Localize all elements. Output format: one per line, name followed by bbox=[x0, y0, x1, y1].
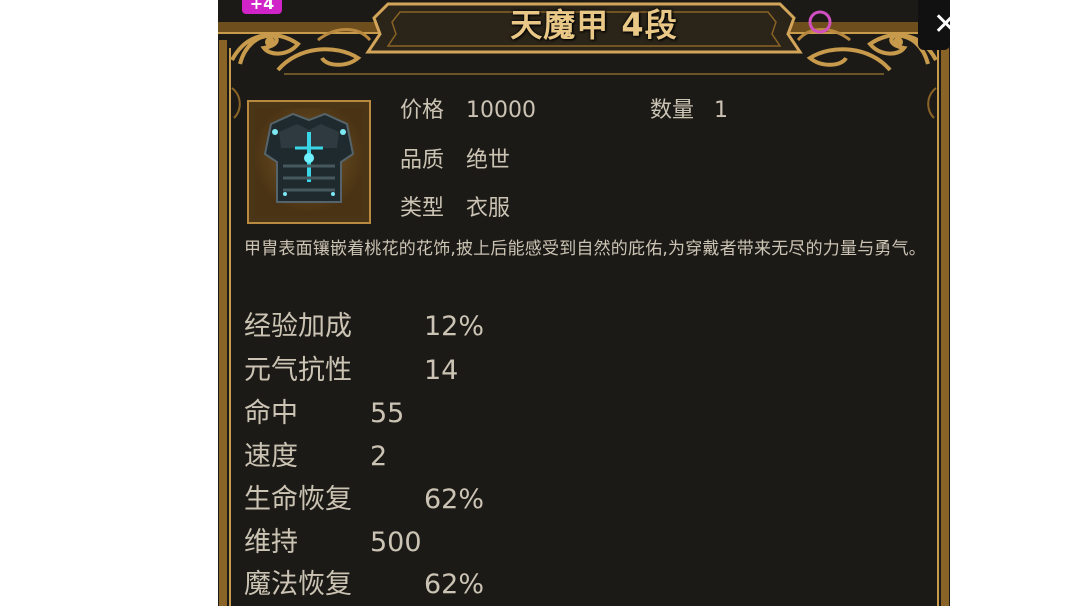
stat-name: 生命恢复 bbox=[244, 484, 352, 515]
quantity-value: 1 bbox=[714, 98, 728, 123]
stat-value: 62% bbox=[424, 569, 485, 600]
quality-value: 绝世 bbox=[466, 148, 511, 173]
item-title: 天魔甲 4段 bbox=[510, 6, 678, 44]
armor-chestplate-icon bbox=[263, 112, 355, 203]
stat-name: 维持 bbox=[244, 527, 298, 558]
price-label: 价格 bbox=[400, 98, 445, 123]
stat-value: 55 bbox=[370, 398, 405, 429]
quantity-label: 数量 bbox=[650, 98, 695, 123]
frame-right-border bbox=[941, 40, 949, 606]
price-value: 10000 bbox=[466, 98, 536, 123]
stat-value: 14 bbox=[424, 355, 459, 386]
stat-name: 速度 bbox=[244, 441, 298, 472]
level-badge: +4 bbox=[242, 0, 282, 14]
stat-value: 12% bbox=[424, 311, 485, 342]
close-icon: ✕ bbox=[933, 7, 950, 42]
type-label: 类型 bbox=[400, 196, 445, 221]
scroll-right-knot bbox=[893, 37, 903, 47]
right-side-flourish bbox=[927, 87, 937, 119]
stat-name: 魔法恢复 bbox=[244, 569, 352, 600]
frame-left-border bbox=[219, 40, 227, 606]
stat-value: 500 bbox=[370, 527, 422, 558]
type-value: 衣服 bbox=[466, 196, 511, 221]
item-icon-frame bbox=[247, 100, 371, 224]
stat-name: 元气抗性 bbox=[244, 355, 352, 386]
scroll-left-knot bbox=[265, 37, 275, 47]
stat-value: 2 bbox=[370, 441, 388, 472]
quality-label: 品质 bbox=[400, 148, 445, 173]
stat-name: 经验加成 bbox=[244, 311, 352, 342]
item-detail-panel: +4 天魔甲 4段 价格 10000 数量 1 品质 绝世 类型 衣服 甲胄表面… bbox=[218, 0, 950, 606]
close-button[interactable]: ✕ bbox=[918, 0, 950, 50]
item-description: 甲胄表面镶嵌着桃花的花饰,披上后能感受到自然的庇佑,为穿戴者带来无尽的力量与勇气… bbox=[244, 239, 927, 259]
stat-name: 命中 bbox=[244, 398, 298, 429]
stat-value: 62% bbox=[424, 484, 485, 515]
left-side-flourish bbox=[231, 87, 241, 119]
